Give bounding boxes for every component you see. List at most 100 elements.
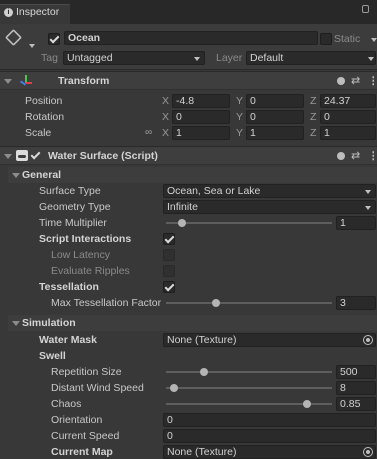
- water-mask-label: Water Mask: [39, 334, 97, 346]
- axis-x-label[interactable]: X: [162, 93, 169, 109]
- object-picker-icon[interactable]: [363, 335, 373, 345]
- help-icon[interactable]: [337, 152, 345, 160]
- gameobject-header: Ocean Static Tag Untagged Layer Default: [0, 24, 377, 70]
- kebab-menu-icon[interactable]: ⋮: [368, 147, 377, 165]
- current-map-label: Current Map: [51, 446, 113, 458]
- axis-y-label[interactable]: Y: [236, 109, 243, 125]
- low-latency-label: Low Latency: [51, 249, 110, 261]
- foldout-arrow-icon: [12, 173, 20, 178]
- chaos-slider-thumb[interactable]: [303, 400, 311, 408]
- foldout-arrow-icon: [4, 154, 12, 159]
- repetition-size-slider-track[interactable]: [166, 371, 332, 373]
- scale-z-field[interactable]: 1: [320, 126, 376, 140]
- tab-title: Inspector: [16, 6, 60, 18]
- active-checkbox[interactable]: [48, 33, 60, 45]
- general-section-header[interactable]: General: [8, 167, 377, 183]
- rotation-z-field[interactable]: 0: [320, 110, 376, 124]
- presets-icon[interactable]: ⇄: [351, 147, 360, 165]
- component-enabled-checkbox[interactable]: [30, 150, 42, 162]
- object-picker-icon[interactable]: [363, 447, 373, 457]
- water-surface-title: Water Surface (Script): [48, 150, 158, 162]
- time-multiplier-field[interactable]: 1: [336, 216, 376, 230]
- axis-x-label[interactable]: X: [162, 109, 169, 125]
- geometry-type-dropdown[interactable]: Infinite: [163, 200, 376, 214]
- axis-z-label[interactable]: Z: [310, 125, 316, 141]
- script-interactions-checkbox[interactable]: [163, 233, 175, 245]
- static-label: Static: [334, 33, 361, 45]
- tessellation-label: Tessellation: [39, 281, 99, 293]
- simulation-title: Simulation: [22, 317, 76, 329]
- icon-dropdown-arrow-icon: [29, 44, 35, 48]
- script-icon: [16, 150, 28, 161]
- axis-z-label[interactable]: Z: [310, 93, 316, 109]
- tag-dropdown[interactable]: Untagged: [63, 51, 205, 65]
- evaluate-ripples-checkbox[interactable]: [163, 265, 175, 277]
- max-tessellation-field[interactable]: 3: [336, 296, 376, 310]
- distant-wind-speed-field[interactable]: 8: [336, 381, 376, 395]
- chaos-field[interactable]: 0.85: [336, 397, 376, 411]
- low-latency-row: Low Latency: [0, 247, 377, 263]
- surface-type-dropdown[interactable]: Ocean, Sea or Lake: [163, 184, 376, 198]
- script-interactions-row: Script Interactions: [0, 231, 377, 247]
- repetition-size-field[interactable]: 500: [336, 365, 376, 379]
- distant-wind-speed-slider-track[interactable]: [166, 387, 332, 389]
- position-y-field[interactable]: 0: [246, 94, 304, 108]
- axis-z-label[interactable]: Z: [310, 109, 316, 125]
- cube-icon[interactable]: [5, 29, 22, 46]
- static-checkbox[interactable]: [320, 33, 332, 45]
- max-tessellation-slider-thumb[interactable]: [212, 299, 220, 307]
- position-x-field[interactable]: -4.8: [172, 94, 230, 108]
- current-speed-row: Current Speed 0: [0, 428, 377, 444]
- evaluate-ripples-row: Evaluate Ripples: [0, 263, 377, 279]
- axis-y-label[interactable]: Y: [236, 125, 243, 141]
- help-icon[interactable]: [337, 77, 345, 85]
- time-multiplier-label: Time Multiplier: [39, 217, 107, 229]
- water-surface-header[interactable]: Water Surface (Script) ⇄ ⋮: [0, 146, 377, 165]
- max-tessellation-slider-track[interactable]: [166, 302, 332, 304]
- scale-label: Scale: [25, 127, 52, 139]
- tessellation-row: Tessellation: [0, 279, 377, 295]
- distant-wind-speed-slider-thumb[interactable]: [170, 384, 178, 392]
- kebab-menu-icon[interactable]: ⋮: [368, 72, 377, 90]
- foldout-arrow-icon: [4, 79, 12, 84]
- surface-type-row: Surface Type Ocean, Sea or Lake: [0, 183, 377, 199]
- rotation-y-field[interactable]: 0: [246, 110, 304, 124]
- orientation-field[interactable]: 0: [163, 413, 376, 427]
- low-latency-checkbox[interactable]: [163, 249, 175, 261]
- time-multiplier-slider-track[interactable]: [166, 222, 332, 224]
- water-mask-row: Water Mask None (Texture): [0, 332, 377, 348]
- dropdown-arrow-icon: [365, 206, 371, 210]
- scale-row: Scale ∞ X 1 Y 1 Z 1: [0, 125, 377, 141]
- constrain-proportions-icon[interactable]: ∞: [145, 125, 152, 141]
- scale-x-field[interactable]: 1: [172, 126, 230, 140]
- lock-icon[interactable]: [362, 5, 369, 13]
- repetition-size-row: Repetition Size 500: [0, 364, 377, 380]
- axis-x-label[interactable]: X: [162, 125, 169, 141]
- rotation-label: Rotation: [25, 111, 65, 123]
- tab-inspector[interactable]: i Inspector: [0, 4, 70, 24]
- static-dropdown-icon[interactable]: [371, 38, 377, 42]
- repetition-size-slider-thumb[interactable]: [200, 368, 208, 376]
- current-speed-field[interactable]: 0: [163, 429, 376, 443]
- tag-label: Tag: [41, 52, 58, 64]
- transform-header[interactable]: Transform ⇄ ⋮: [0, 71, 377, 90]
- position-z-field[interactable]: 24.37: [320, 94, 376, 108]
- scale-y-field[interactable]: 1: [246, 126, 304, 140]
- current-map-field[interactable]: None (Texture): [163, 445, 376, 459]
- tab-bar: i Inspector: [0, 0, 377, 24]
- layer-dropdown[interactable]: Default: [246, 51, 376, 65]
- water-mask-field[interactable]: None (Texture): [163, 333, 376, 347]
- presets-icon[interactable]: ⇄: [351, 72, 360, 90]
- time-multiplier-slider-thumb[interactable]: [178, 219, 186, 227]
- current-map-row: Current Map None (Texture): [0, 444, 377, 459]
- transform-title: Transform: [58, 75, 110, 87]
- axis-y-label[interactable]: Y: [236, 93, 243, 109]
- rotation-x-field[interactable]: 0: [172, 110, 230, 124]
- evaluate-ripples-label: Evaluate Ripples: [51, 265, 130, 277]
- simulation-section-header[interactable]: Simulation: [8, 315, 377, 331]
- distant-wind-speed-label: Distant Wind Speed: [51, 382, 144, 394]
- distant-wind-speed-row: Distant Wind Speed 8: [0, 380, 377, 396]
- repetition-size-label: Repetition Size: [51, 366, 122, 378]
- tessellation-checkbox[interactable]: [163, 281, 175, 293]
- object-name-field[interactable]: Ocean: [64, 31, 318, 45]
